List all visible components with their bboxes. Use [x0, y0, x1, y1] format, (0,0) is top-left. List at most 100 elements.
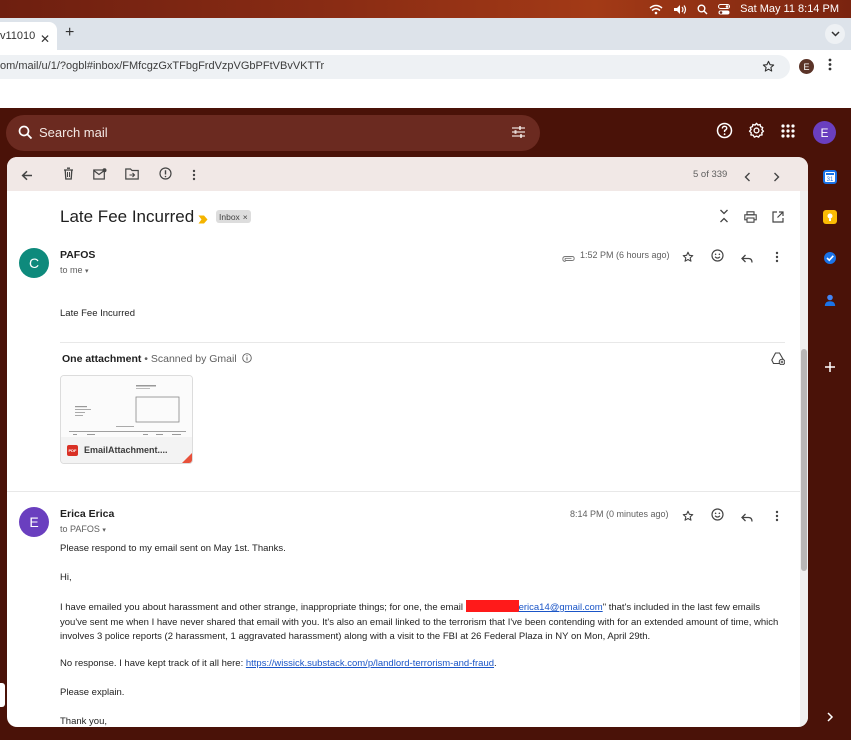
tab-search-button[interactable]	[825, 24, 845, 44]
document-preview-graphic	[61, 376, 192, 437]
svg-text:31: 31	[827, 177, 834, 182]
open-new-window-icon[interactable]	[772, 210, 784, 228]
search-input[interactable]: Search mail	[39, 125, 108, 140]
control-center-icon[interactable]	[718, 3, 731, 15]
side-panel: 31	[812, 158, 851, 740]
tasks-icon[interactable]	[823, 251, 837, 265]
message-more-icon[interactable]	[775, 250, 779, 268]
info-icon[interactable]	[241, 353, 252, 366]
message-divider	[7, 491, 800, 492]
attachment-count: One attachment	[62, 353, 142, 365]
reply-icon[interactable]	[741, 510, 753, 528]
print-icon[interactable]	[744, 210, 757, 228]
attachment-clip-icon	[562, 250, 575, 268]
recipient-text: to me	[60, 265, 83, 275]
volume-icon[interactable]	[673, 4, 687, 15]
report-spam-icon[interactable]	[159, 167, 172, 185]
recipient-dropdown[interactable]: to PAFOS ▾	[60, 524, 106, 534]
emoji-react-icon[interactable]	[711, 249, 724, 267]
browser-toolbar: om/mail/u/1/?ogbl#inbox/FMfcgzGxTFbgFrdV…	[0, 50, 851, 82]
email-link[interactable]: erica14@gmail.com	[519, 602, 603, 613]
new-tab-button[interactable]: +	[65, 24, 74, 42]
recipient-text: to PAFOS	[60, 524, 100, 534]
tab-title: v11010	[0, 30, 36, 42]
attachments-heading: One attachment • Scanned by Gmail	[62, 353, 252, 366]
sender-avatar[interactable]: C	[19, 248, 49, 278]
more-options-icon[interactable]	[192, 168, 196, 186]
address-bar[interactable]: om/mail/u/1/?ogbl#inbox/FMfcgzGxTFbgFrdV…	[0, 55, 790, 79]
menubar-clock[interactable]: Sat May 11 8:14 PM	[740, 3, 839, 15]
move-to-icon[interactable]	[125, 167, 139, 185]
inbox-label-chip[interactable]: Inbox ×	[216, 210, 251, 223]
message-paragraph: No response. I have kept track of it all…	[60, 657, 782, 672]
wifi-icon[interactable]	[649, 4, 663, 15]
account-avatar[interactable]: E	[813, 121, 836, 144]
collapse-all-icon[interactable]	[719, 209, 729, 228]
add-to-drive-icon[interactable]	[771, 352, 786, 370]
message-line: Please explain.	[60, 687, 125, 698]
tab-close-icon[interactable]: ✕	[40, 32, 50, 46]
caret-down-icon: ▾	[102, 527, 106, 534]
remove-label-icon[interactable]: ×	[243, 212, 248, 222]
paragraph-text: No response. I have kept track of it all…	[60, 658, 246, 669]
star-icon[interactable]	[682, 509, 694, 527]
message-more-icon[interactable]	[775, 509, 779, 527]
gmail-header: Search mail E	[0, 108, 851, 158]
search-bar[interactable]: Search mail	[6, 115, 540, 151]
star-icon[interactable]	[682, 250, 694, 268]
attachment-footer: PDF EmailAttachment....	[61, 437, 192, 463]
browser-menu-icon[interactable]	[828, 58, 832, 74]
emoji-react-icon[interactable]	[711, 508, 724, 526]
message-line: Please respond to my email sent on May 1…	[60, 543, 286, 554]
attachment-divider	[60, 342, 785, 343]
mail-toolbar: 5 of 339	[7, 157, 808, 191]
add-addon-icon[interactable]	[823, 360, 837, 374]
redaction-block	[465, 600, 519, 612]
reply-icon[interactable]	[741, 251, 753, 269]
sender-name[interactable]: Erica Erica	[60, 508, 114, 520]
search-options-icon[interactable]	[511, 125, 526, 144]
paragraph-text: .	[494, 658, 497, 669]
window-edge	[0, 683, 5, 707]
important-marker-icon[interactable]	[198, 211, 208, 229]
bookmarks-bar	[0, 82, 851, 108]
settings-gear-icon[interactable]	[748, 122, 765, 144]
bookmark-star-icon[interactable]	[762, 60, 775, 78]
newer-chevron-left-icon[interactable]	[744, 169, 751, 187]
spotlight-icon[interactable]	[697, 4, 708, 15]
sender-avatar[interactable]: E	[19, 507, 49, 537]
support-icon[interactable]	[716, 122, 733, 144]
scanned-by-gmail: • Scanned by Gmail	[141, 353, 237, 365]
attachment-card[interactable]: PDF EmailAttachment....	[60, 375, 193, 464]
message-paragraph: I have emailed you about harassment and …	[60, 600, 782, 645]
substack-link[interactable]: https://wissick.substack.com/p/landlord-…	[246, 658, 494, 669]
pdf-file-icon: PDF	[67, 445, 78, 456]
sender-name[interactable]: PAFOS	[60, 249, 95, 261]
chevron-right-icon[interactable]	[823, 710, 837, 724]
apps-grid-icon[interactable]	[781, 124, 795, 143]
message-time: 8:14 PM (0 minutes ago)	[570, 509, 669, 519]
older-chevron-right-icon[interactable]	[773, 169, 780, 187]
calendar-icon[interactable]: 31	[823, 170, 837, 184]
scrollbar-thumb[interactable]	[801, 349, 807, 571]
contacts-icon[interactable]	[823, 293, 837, 307]
browser-profile-avatar[interactable]: E	[799, 59, 814, 74]
keep-icon[interactable]	[823, 210, 837, 224]
search-icon[interactable]	[18, 125, 33, 145]
avatar-initial: C	[28, 255, 40, 271]
recipient-dropdown[interactable]: to me ▾	[60, 265, 89, 275]
chevron-down-icon	[830, 29, 840, 40]
paragraph-text: I have emailed you about harassment and …	[60, 602, 466, 613]
attachment-thumbnail	[61, 376, 192, 437]
url-text[interactable]: om/mail/u/1/?ogbl#inbox/FMfcgzGxTFbgFrdV…	[0, 60, 324, 72]
delete-icon[interactable]	[63, 167, 74, 185]
mail-view: 5 of 339 Late Fee Incurred Inbox × C PAF…	[7, 157, 808, 727]
mark-unread-icon[interactable]	[93, 167, 107, 185]
email-subject: Late Fee Incurred	[60, 207, 195, 226]
macos-menubar: Sat May 11 8:14 PM	[0, 0, 851, 18]
greeting: Hi,	[60, 572, 72, 583]
back-arrow-icon[interactable]	[21, 168, 33, 186]
avatar-initial: E	[29, 514, 39, 530]
attachment-filename: EmailAttachment....	[84, 445, 168, 455]
message-time: 1:52 PM (6 hours ago)	[580, 250, 670, 260]
